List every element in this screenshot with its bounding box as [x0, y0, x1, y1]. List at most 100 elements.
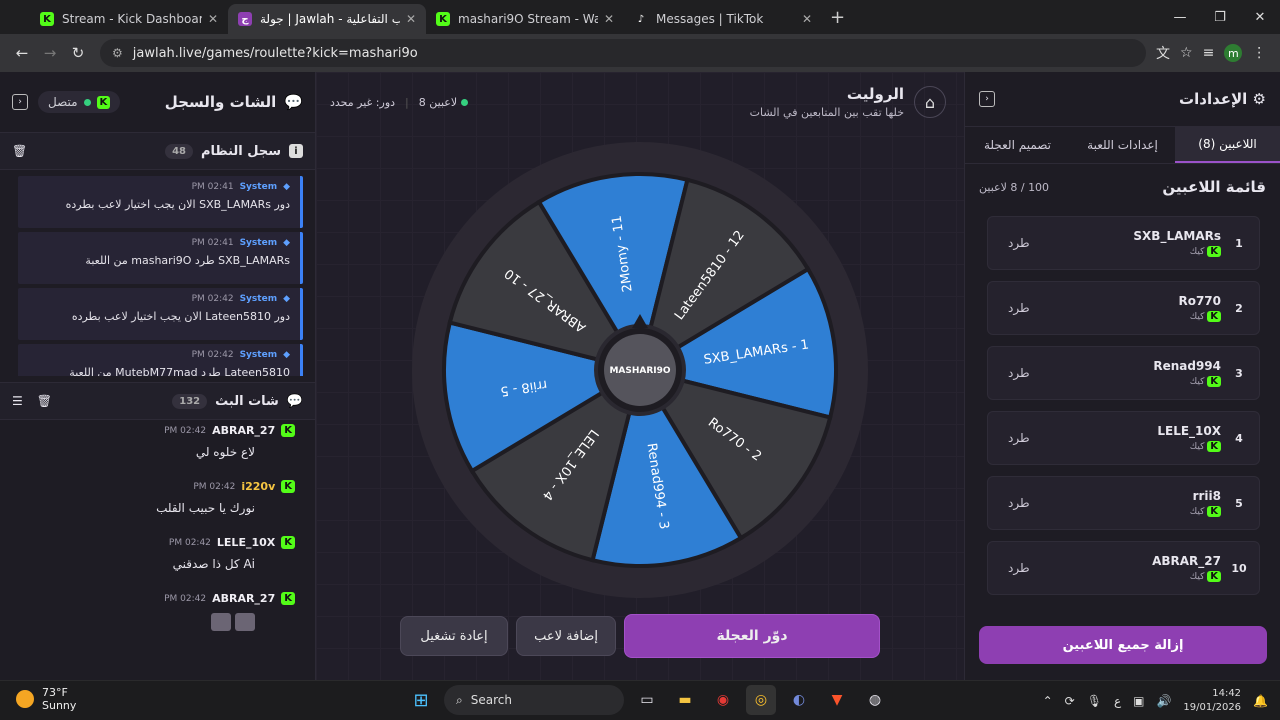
profile-avatar[interactable]: m [1224, 44, 1243, 62]
kick-player-button[interactable]: طرد [1008, 496, 1030, 510]
home-icon[interactable]: ⌂ [914, 86, 946, 118]
bookmark-star-icon[interactable]: ☆ [1180, 45, 1193, 61]
remove-all-players-button[interactable]: إزالة جميع اللاعبين [979, 626, 1267, 664]
chat-message: K ABRAR_27 02:42 PM لاع خلوه لي [0, 420, 315, 476]
chat-icon: 💬 [284, 93, 303, 111]
kick-player-button[interactable]: طرد [1008, 431, 1030, 445]
kick-player-button[interactable]: طرد [1008, 301, 1030, 315]
collapse-panel-icon[interactable]: ‹ [979, 91, 995, 107]
notification-icon[interactable]: 🔔 [1253, 694, 1268, 708]
settings-tabs: اللاعبين (8) إعدادات اللعبة تصميم العجلة [965, 126, 1280, 164]
clock[interactable]: 14:42 19/01/2026 [1183, 687, 1241, 715]
chat-message: K ABRAR_27 02:42 PM [0, 588, 315, 644]
menu-icon[interactable]: ⋮ [1252, 45, 1266, 61]
jawlah-icon: ج [238, 12, 252, 26]
page-title: الروليت [846, 85, 904, 103]
system-log-list: ◆ System 02:41 PM دور SXB_LAMARs الان يجب … [0, 170, 315, 376]
close-window-icon[interactable]: ✕ [1240, 0, 1280, 34]
new-tab-icon[interactable]: + [830, 7, 845, 28]
app-icon[interactable]: ◉ [708, 685, 738, 715]
site-info-icon[interactable]: ⚙ [112, 46, 123, 60]
file-explorer-icon[interactable]: ▬ [670, 685, 700, 715]
windows-start-icon[interactable]: ⊞ [406, 685, 436, 715]
roulette-wheel[interactable]: SXB_LAMARs - 1Ro770 - 2Renad994 - 3LELE_… [412, 142, 868, 598]
kick-player-button[interactable]: طرد [1008, 366, 1030, 380]
chat-icon: 💬 [286, 393, 303, 409]
media-icon[interactable]: ≡ [1203, 45, 1215, 61]
kick-icon: K [1207, 505, 1221, 517]
trash-icon[interactable]: 🗑 [37, 394, 52, 408]
player-row: 1 SXB_LAMARs K كيك طرد [987, 216, 1260, 270]
sun-icon [16, 690, 34, 708]
browser-tab-active[interactable]: ج جولة | Jawlah - منصة الألعاب التفاعلية… [228, 4, 426, 34]
shield-icon: ◆ [283, 294, 290, 304]
tab-players[interactable]: اللاعبين (8) [1175, 127, 1280, 163]
window-controls: — ❐ ✕ [1160, 0, 1280, 34]
tiktok-icon: ♪ [637, 13, 645, 25]
brave-icon[interactable]: ▼ [822, 685, 852, 715]
back-icon[interactable]: ← [8, 39, 36, 67]
task-view-icon[interactable]: ▭ [632, 685, 662, 715]
align-icon[interactable]: ☰ [12, 394, 23, 408]
address-bar[interactable]: ⚙ jawlah.live/games/roulette?kick=mashar… [100, 39, 1146, 67]
spin-button[interactable]: دوّر العجلة [624, 614, 880, 658]
close-icon[interactable]: ✕ [802, 12, 812, 26]
list-item: ◆ System 02:42 PM Lateen5810 طرد MutebM77m… [18, 344, 303, 376]
system-log-count: 48 [165, 143, 193, 159]
close-icon[interactable]: ✕ [208, 12, 218, 26]
browser-tab[interactable]: ♪ Messages | TikTok ✕ [624, 4, 822, 34]
minimize-icon[interactable]: — [1160, 0, 1200, 34]
kick-player-button[interactable]: طرد [1008, 236, 1030, 250]
connection-status: متصل K [38, 91, 121, 113]
reload-icon[interactable]: ↻ [64, 39, 92, 67]
discord-icon[interactable]: ◐ [784, 685, 814, 715]
reset-button[interactable]: إعادة تشغيل [400, 616, 508, 656]
chat-panel-title: 💬 الشات والسجل [164, 93, 303, 111]
tab-game-settings[interactable]: إعدادات اللعبة [1070, 127, 1175, 163]
trash-icon[interactable]: 🗑 [12, 144, 27, 158]
stream-chat-count: 132 [172, 393, 208, 409]
browser-tab[interactable]: K Stream - Kick Dashboard ✕ [30, 4, 228, 34]
logo-text: MASHARI9O [609, 366, 670, 376]
translate-icon[interactable]: 文 [1156, 43, 1170, 63]
chat-message: K LELE_10X 02:42 PM Ai كل ذا صدقني [0, 532, 315, 588]
browser-tab[interactable]: K mashari9O Stream - Watch Live ✕ [426, 4, 624, 34]
add-player-button[interactable]: إضافة لاعب [516, 616, 616, 656]
volume-icon[interactable]: 🔊 [1156, 694, 1171, 708]
restore-icon[interactable]: ❐ [1200, 0, 1240, 34]
sync-icon[interactable]: ⟳ [1065, 694, 1075, 708]
chrome-icon[interactable]: ◎ [746, 685, 776, 715]
kick-icon: K [281, 424, 295, 437]
weather-widget[interactable]: 73°F Sunny [16, 686, 76, 712]
settings-title: ⚙ الإعدادات [1179, 90, 1266, 108]
kick-icon: K [1207, 440, 1221, 452]
kick-player-button[interactable]: طرد [1008, 561, 1030, 575]
chevron-up-icon[interactable]: ⌃ [1043, 694, 1053, 708]
mic-icon[interactable]: 🎙 [1087, 694, 1102, 708]
forward-icon[interactable]: → [36, 39, 64, 67]
taskbar-search[interactable]: ⌕ Search [444, 685, 624, 715]
system-log-header: i سجل النظام 48 🗑 [0, 132, 315, 170]
obs-icon[interactable]: ◍ [860, 685, 890, 715]
kick-icon: K [1207, 245, 1221, 257]
list-item: ◆ System 02:41 PM دور SXB_LAMARs الان يجب … [18, 176, 303, 228]
chat-panel: 💬 الشات والسجل › متصل K i سجل النظام 48 🗑… [0, 72, 316, 680]
tab-title: جولة | Jawlah - منصة الألعاب التفاعلية [260, 12, 400, 26]
language-indicator[interactable]: ع [1114, 694, 1121, 708]
shield-icon: ◆ [283, 182, 290, 192]
emote-image [211, 613, 231, 631]
close-icon[interactable]: ✕ [406, 12, 416, 26]
kick-icon: K [1207, 310, 1221, 322]
tab-wheel-design[interactable]: تصميم العجلة [965, 127, 1070, 163]
collapse-panel-icon[interactable]: › [12, 94, 28, 110]
browser-tab-strip: K Stream - Kick Dashboard ✕ ج جولة | Jaw… [0, 0, 1280, 34]
app-area: 💬 الشات والسجل › متصل K i سجل النظام 48 🗑… [0, 72, 1280, 680]
tab-title: Stream - Kick Dashboard [62, 12, 202, 26]
game-area: دور: غير محدد | 8 لاعبين الروليت خلها تق… [316, 72, 964, 680]
kick-icon: K [1207, 375, 1221, 387]
close-icon[interactable]: ✕ [604, 12, 614, 26]
tab-title: mashari9O Stream - Watch Live [458, 12, 598, 26]
kick-icon: K [40, 12, 54, 26]
info-icon: i [289, 144, 303, 158]
network-icon[interactable]: ▣ [1133, 694, 1144, 708]
